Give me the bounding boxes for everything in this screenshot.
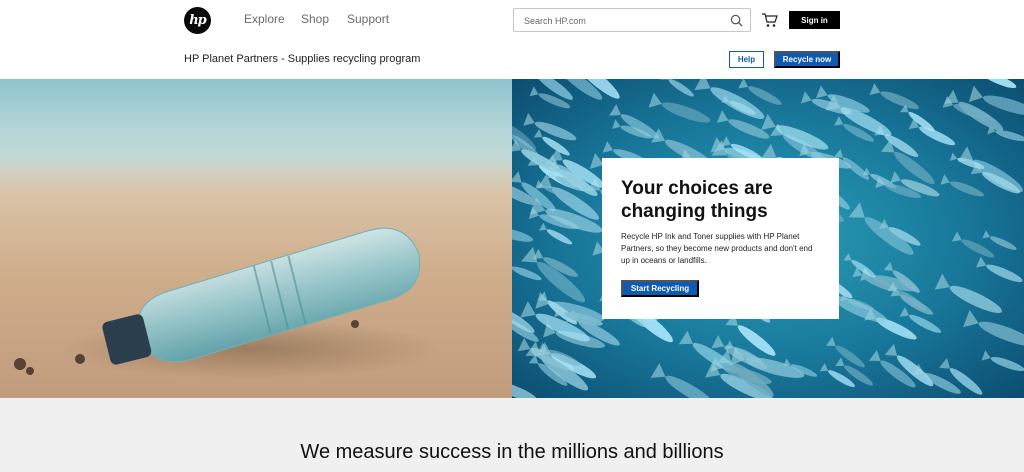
nav-link-support[interactable]: Support bbox=[347, 12, 389, 26]
bottle-illustration bbox=[14, 227, 440, 379]
top-nav: hp Explore Shop Support Sign in bbox=[0, 0, 1024, 42]
beach-bottle-image bbox=[0, 79, 512, 398]
metrics-section: We measure success in the millions and b… bbox=[0, 398, 1024, 472]
hero-banner: Your choices are changing things Recycle… bbox=[0, 79, 1024, 398]
help-button[interactable]: Help bbox=[729, 51, 764, 68]
sub-nav: HP Planet Partners - Supplies recycling … bbox=[0, 42, 1024, 79]
search-box bbox=[513, 8, 751, 32]
nav-link-explore[interactable]: Explore bbox=[244, 12, 285, 26]
sign-in-button[interactable]: Sign in bbox=[789, 11, 840, 29]
nav-link-shop[interactable]: Shop bbox=[301, 12, 329, 26]
hero-text: Recycle HP Ink and Toner supplies with H… bbox=[621, 232, 813, 265]
logo-text: hp bbox=[189, 13, 207, 28]
hp-logo-icon[interactable]: hp bbox=[184, 7, 211, 34]
program-title: HP Planet Partners - Supplies recycling … bbox=[184, 53, 421, 65]
hero-title: Your choices are changing things bbox=[621, 178, 773, 222]
search-input[interactable] bbox=[524, 13, 724, 28]
cart-icon[interactable] bbox=[761, 12, 778, 28]
recycle-now-button[interactable]: Recycle now bbox=[774, 51, 840, 68]
search-icon[interactable] bbox=[730, 14, 743, 27]
metrics-heading: We measure success in the millions and b… bbox=[300, 441, 724, 463]
hero-card: Your choices are changing things Recycle… bbox=[602, 158, 839, 319]
start-recycling-button[interactable]: Start Recycling bbox=[621, 280, 699, 297]
